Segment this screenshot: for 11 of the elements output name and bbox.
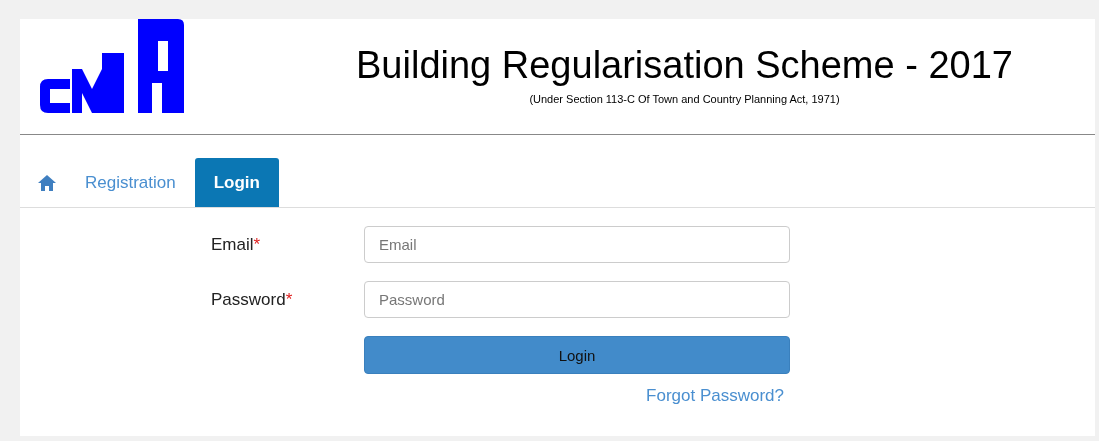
nav-tab[interactable]: Registration bbox=[66, 158, 195, 207]
field-label: Password* bbox=[211, 289, 294, 310]
input-field[interactable]: Email bbox=[364, 226, 790, 263]
forgot-password-link[interactable]: Forgot Password? bbox=[646, 386, 784, 405]
input-field[interactable]: Password bbox=[364, 281, 790, 318]
login-button[interactable]: Login bbox=[364, 336, 790, 374]
home-icon bbox=[38, 174, 56, 191]
nav-tab[interactable]: Login bbox=[194, 158, 279, 207]
page-subtitle: (Under Section 113-C Of Town and Country Planning Act, 1971) bbox=[528, 93, 841, 105]
field-label: Email* bbox=[211, 234, 262, 255]
page-title: Building Regularisation Scheme - 2017 bbox=[355, 43, 1014, 87]
